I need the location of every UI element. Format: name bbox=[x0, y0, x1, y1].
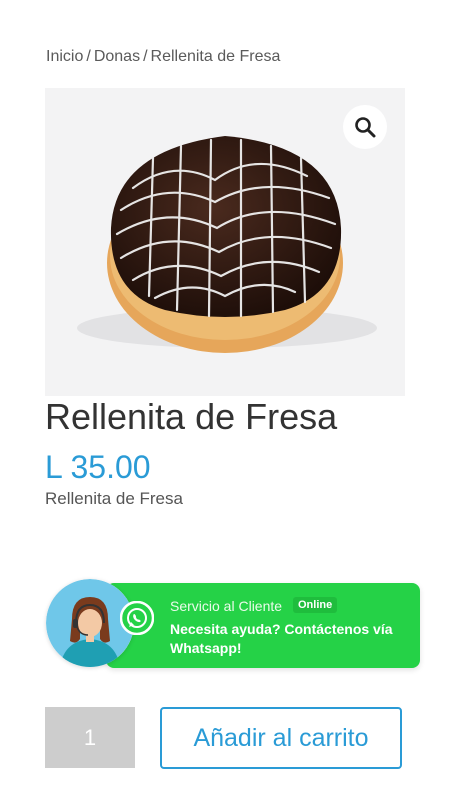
zoom-button[interactable] bbox=[343, 105, 387, 149]
whatsapp-icon bbox=[119, 600, 155, 636]
breadcrumb: Inicio / Donas / Rellenita de Fresa bbox=[46, 48, 280, 66]
online-status-badge: Online bbox=[293, 597, 338, 613]
add-to-cart-button[interactable]: Añadir al carrito bbox=[160, 707, 402, 769]
whatsapp-service-label: Servicio al Cliente bbox=[170, 598, 283, 614]
breadcrumb-current: Rellenita de Fresa bbox=[150, 48, 281, 65]
whatsapp-support-widget[interactable]: Servicio al Cliente Online Necesita ayud… bbox=[46, 579, 422, 673]
quantity-input[interactable] bbox=[45, 707, 135, 768]
breadcrumb-link-donas[interactable]: Donas bbox=[94, 48, 140, 65]
whatsapp-help-text: Necesita ayuda? Contáctenos vía Whatsapp… bbox=[170, 621, 393, 656]
product-image[interactable] bbox=[45, 88, 405, 396]
product-title: Rellenita de Fresa bbox=[45, 396, 338, 437]
magnifier-icon bbox=[355, 117, 376, 138]
product-short-description: Rellenita de Fresa bbox=[45, 489, 183, 508]
breadcrumb-link-inicio[interactable]: Inicio bbox=[46, 48, 83, 65]
breadcrumb-separator: / bbox=[86, 48, 91, 65]
breadcrumb-separator: / bbox=[143, 48, 148, 65]
product-price: L 35.00 bbox=[45, 449, 151, 485]
